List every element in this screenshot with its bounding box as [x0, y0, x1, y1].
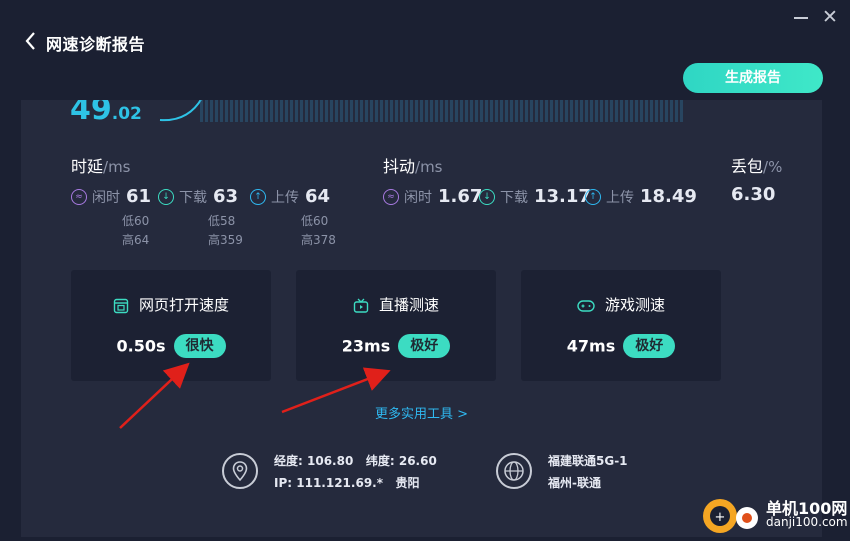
watermark-logo-icon: + — [703, 499, 758, 533]
idle-icon: ≈ — [71, 188, 87, 205]
live-stream-badge: 极好 — [398, 334, 451, 358]
webpage-speed-badge: 很快 — [173, 334, 226, 358]
download-icon: ↓ — [158, 188, 174, 205]
live-stream-card: 直播测速 23ms 极好 — [296, 270, 496, 381]
latency-download-high: 高359 — [208, 233, 243, 247]
jitter-upload-value: 18.49 — [640, 186, 697, 207]
jitter-idle-value: 1.67 — [438, 186, 483, 207]
game-speed-card: 游戏测速 47ms 极好 — [521, 270, 721, 381]
latency-title: 时延 — [71, 157, 104, 176]
page-title: 网速诊断报告 — [46, 35, 146, 54]
location-pin-icon — [222, 453, 258, 489]
speed-decimal: .02 — [111, 104, 142, 124]
jitter-heading: 抖动/ms — [383, 153, 443, 177]
ip-label: IP: — [274, 476, 293, 490]
latitude-value: 26.60 — [398, 454, 437, 468]
watermark-url: danji100.com — [766, 515, 848, 529]
tv-icon — [353, 298, 369, 313]
latency-idle: ≈ 闲时 61 — [71, 186, 151, 207]
jitter-upload: ↑ 上传 18.49 — [585, 186, 697, 207]
jitter-title: 抖动 — [383, 157, 416, 176]
latency-upload-high: 高378 — [301, 233, 336, 247]
live-stream-value: 23ms — [341, 336, 391, 356]
latency-unit: /ms — [103, 158, 131, 176]
latency-upload-value: 64 — [305, 186, 331, 207]
ip-value: 111.121.69.* — [296, 476, 383, 490]
jitter-download-label: 下载 — [500, 189, 528, 206]
packet-loss-title: 丢包 — [731, 157, 764, 176]
packet-loss-unit: /% — [763, 158, 783, 176]
idle-icon: ≈ — [383, 188, 399, 205]
latency-download-value: 63 — [213, 186, 239, 207]
upload-icon: ↑ — [585, 188, 601, 205]
latency-upload-range: 低60 高378 — [301, 212, 336, 250]
webpage-speed-title: 网页打开速度 — [138, 296, 229, 314]
back-arrow-icon[interactable] — [22, 30, 42, 52]
webpage-speed-card: 网页打开速度 0.50s 很快 — [71, 270, 271, 381]
network-info: 福建联通5G-1 福州-联通 — [548, 450, 628, 494]
webpage-icon — [113, 298, 129, 313]
latency-heading: 时延/ms — [71, 153, 131, 177]
gamepad-icon — [577, 299, 595, 312]
packet-loss-value: 6.30 — [731, 184, 776, 205]
jitter-idle: ≈ 闲时 1.67 — [383, 186, 482, 207]
jitter-idle-label: 闲时 — [404, 189, 432, 206]
location-info: 经度: 106.80 纬度: 26.60 IP: 111.121.69.* 贵阳 — [274, 450, 437, 494]
speed-history-bars — [200, 100, 685, 122]
latency-download: ↓ 下载 63 — [158, 186, 238, 207]
more-tools-link[interactable]: 更多实用工具 > — [375, 403, 468, 422]
game-speed-title: 游戏测速 — [604, 296, 665, 314]
svg-text:+: + — [715, 510, 726, 525]
jitter-unit: /ms — [415, 158, 443, 176]
live-stream-title: 直播测速 — [378, 296, 439, 314]
title-bar: 网速诊断报告 ✕ 生成报告 — [0, 0, 850, 100]
isp-line-2: 福州-联通 — [548, 476, 601, 490]
globe-icon — [496, 453, 532, 489]
latency-download-range: 低58 高359 — [208, 212, 243, 250]
jitter-upload-label: 上传 — [606, 189, 634, 206]
game-speed-value: 47ms — [566, 336, 616, 356]
latency-idle-value: 61 — [126, 186, 152, 207]
latency-upload-low: 低60 — [301, 214, 329, 228]
city-value: 贵阳 — [395, 476, 420, 490]
latency-download-low: 低58 — [208, 214, 236, 228]
minimize-icon[interactable] — [794, 17, 808, 19]
longitude-value: 106.80 — [307, 454, 354, 468]
longitude-label: 经度: — [274, 454, 303, 468]
jitter-download-value: 13.17 — [534, 186, 591, 207]
latency-idle-low: 低60 — [122, 214, 150, 228]
webpage-speed-value: 0.50s — [116, 336, 166, 356]
latency-upload: ↑ 上传 64 — [250, 186, 330, 207]
close-icon[interactable]: ✕ — [821, 8, 839, 27]
jitter-download: ↓ 下载 13.17 — [479, 186, 591, 207]
isp-line-1: 福建联通5G-1 — [548, 454, 628, 468]
latency-idle-label: 闲时 — [92, 189, 120, 206]
download-icon: ↓ — [479, 188, 495, 205]
packet-loss-heading: 丢包/% — [731, 153, 782, 177]
latency-idle-range: 低60 高64 — [122, 212, 149, 250]
latency-idle-high: 高64 — [122, 233, 150, 247]
latitude-label: 纬度: — [365, 454, 395, 468]
watermark: + 单机100网 danji100.com — [700, 492, 850, 537]
game-speed-badge: 极好 — [623, 334, 676, 358]
generate-report-button[interactable]: 生成报告 — [683, 63, 823, 93]
upload-icon: ↑ — [250, 188, 266, 205]
latency-upload-label: 上传 — [271, 189, 299, 206]
latency-download-label: 下载 — [179, 189, 207, 206]
